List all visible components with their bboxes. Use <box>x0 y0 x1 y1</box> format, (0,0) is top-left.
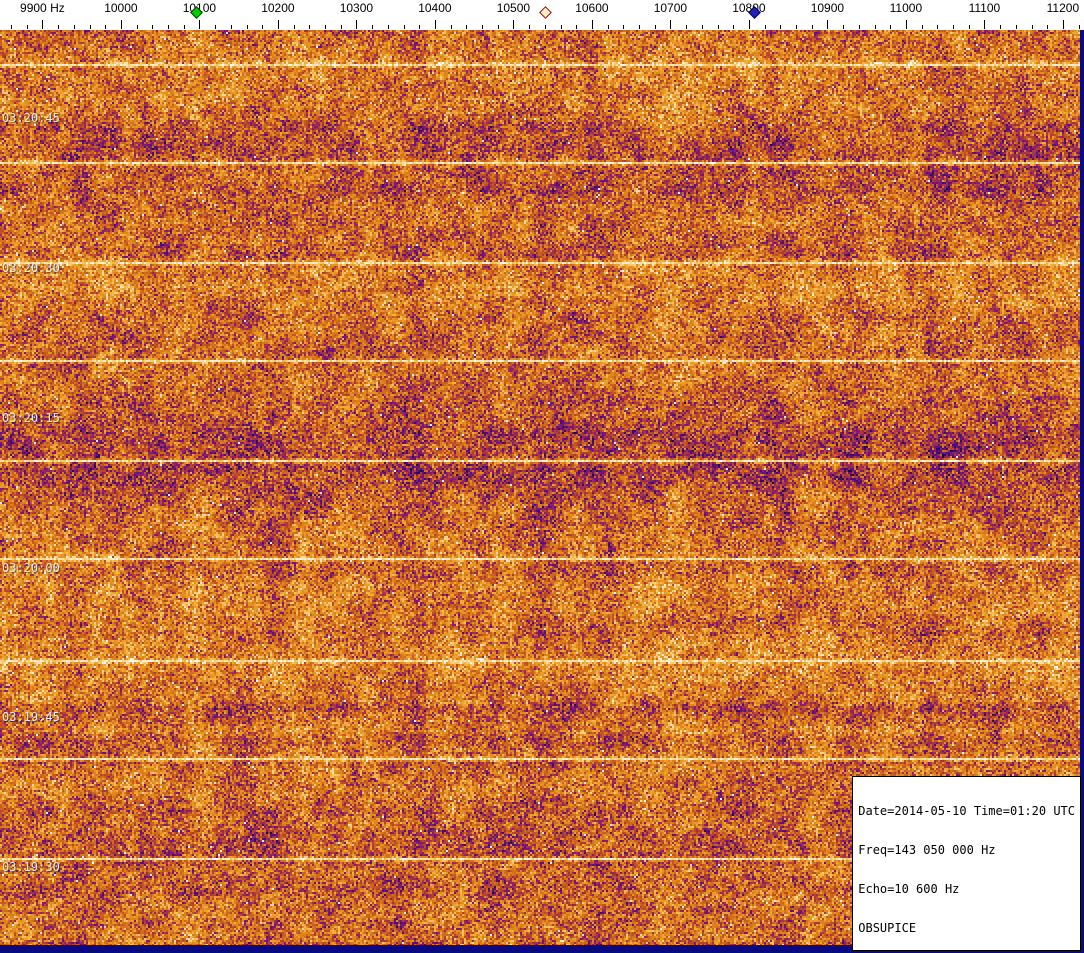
freq-tick-minor <box>921 25 923 29</box>
freq-tick-major <box>277 20 279 29</box>
freq-tick-minor <box>686 25 688 29</box>
freq-label: 10700 <box>653 1 688 15</box>
freq-tick-minor <box>1078 25 1080 29</box>
freq-tick-minor <box>953 25 954 29</box>
freq-tick-minor <box>1000 25 1002 29</box>
freq-tick-minor <box>1015 25 1017 29</box>
info-box: Date=2014-05-10 Time=01:20 UTC Freq=143 … <box>852 776 1081 951</box>
freq-tick-minor <box>529 25 531 29</box>
info-date-time: Date=2014-05-10 Time=01:20 UTC <box>858 804 1075 818</box>
freq-tick-minor <box>11 25 12 29</box>
freq-label: 9900 Hz <box>20 1 65 15</box>
freq-tick-minor <box>262 25 264 29</box>
freq-tick-minor <box>73 25 75 29</box>
freq-tick-minor <box>372 25 374 29</box>
freq-tick-major <box>827 20 829 29</box>
freq-tick-minor <box>325 25 326 29</box>
freq-tick-minor <box>764 25 766 29</box>
freq-tick-minor <box>230 25 232 29</box>
freq-tick-minor <box>1031 25 1033 29</box>
freq-tick-minor <box>246 25 248 29</box>
time-label: 03:20:45 <box>2 111 60 125</box>
freq-tick-minor <box>105 25 107 29</box>
freq-tick-major <box>434 20 436 29</box>
freq-tick-major <box>591 20 593 29</box>
freq-tick-minor <box>890 25 892 29</box>
freq-tick-major <box>42 20 44 29</box>
freq-tick-major <box>199 20 201 29</box>
freq-tick-minor <box>717 25 719 29</box>
freq-tick-minor <box>215 25 217 29</box>
freq-tick-minor <box>937 25 939 29</box>
freq-tick-major <box>984 20 986 29</box>
freq-tick-minor <box>874 25 876 29</box>
freq-tick-minor <box>701 25 703 29</box>
freq-label: 11000 <box>889 1 923 15</box>
time-label: 03:20:15 <box>2 411 60 425</box>
freq-label: 11100 <box>968 1 1001 15</box>
freq-tick-minor <box>639 25 640 29</box>
freq-tick-minor <box>466 25 468 29</box>
freq-tick-minor <box>858 25 860 29</box>
marker-red-diamond[interactable] <box>538 6 552 19</box>
freq-tick-major <box>120 20 122 29</box>
freq-tick-minor <box>89 25 91 29</box>
freq-tick-minor <box>968 25 970 29</box>
freq-tick-minor <box>576 25 578 29</box>
info-station: OBSUPICE <box>858 921 917 935</box>
info-frequency: Freq=143 050 000 Hz <box>858 843 996 857</box>
freq-tick-minor <box>544 25 546 29</box>
freq-tick-minor <box>387 25 389 29</box>
freq-tick-major <box>748 20 750 29</box>
freq-tick-minor <box>623 25 625 29</box>
info-echo: Echo=10 600 Hz <box>858 882 960 896</box>
freq-label: 10200 <box>261 1 295 15</box>
freq-label: 10500 <box>496 1 531 15</box>
freq-tick-minor <box>293 25 295 29</box>
freq-tick-major <box>1062 20 1064 29</box>
freq-tick-minor <box>560 25 562 29</box>
freq-tick-major <box>670 20 672 29</box>
freq-label: 10300 <box>339 1 374 15</box>
freq-tick-minor <box>780 25 782 29</box>
freq-label: 10600 <box>575 1 609 15</box>
freq-tick-minor <box>607 25 609 29</box>
freq-tick-minor <box>497 25 499 29</box>
freq-tick-minor <box>152 25 154 29</box>
app-root: { "chart_data": { "type": "heatmap", "su… <box>0 0 1084 953</box>
freq-tick-major <box>905 20 907 29</box>
freq-tick-minor <box>482 25 483 29</box>
freq-tick-minor <box>843 25 845 29</box>
freq-label: 10400 <box>418 1 452 15</box>
freq-tick-minor <box>796 25 797 29</box>
freq-label: 10900 <box>810 1 845 15</box>
time-label: 03:20:00 <box>2 561 60 575</box>
freq-tick-minor <box>309 25 311 29</box>
freq-tick-minor <box>450 25 452 29</box>
freq-tick-minor <box>403 25 405 29</box>
freq-tick-minor <box>168 25 169 29</box>
freq-label: 11200 <box>1046 1 1080 15</box>
frequency-axis: 9900 Hz 10000 10100 10200 10300 10400 10500 106… <box>0 0 1084 30</box>
freq-tick-minor <box>183 25 185 29</box>
freq-tick-minor <box>733 25 735 29</box>
time-label: 03:19:45 <box>2 710 60 724</box>
freq-tick-minor <box>340 25 342 29</box>
freq-tick-minor <box>1047 25 1049 29</box>
freq-tick-minor <box>136 25 138 29</box>
freq-tick-minor <box>654 25 656 29</box>
freq-tick-minor <box>419 25 421 29</box>
freq-label: 10000 <box>104 1 138 15</box>
freq-tick-minor <box>26 25 28 29</box>
freq-tick-minor <box>811 25 813 29</box>
time-label: 03:20:30 <box>2 261 60 275</box>
time-label: 03:19:30 <box>2 860 60 874</box>
freq-tick-major <box>356 20 358 29</box>
freq-tick-minor <box>58 25 60 29</box>
freq-tick-major <box>513 20 515 29</box>
